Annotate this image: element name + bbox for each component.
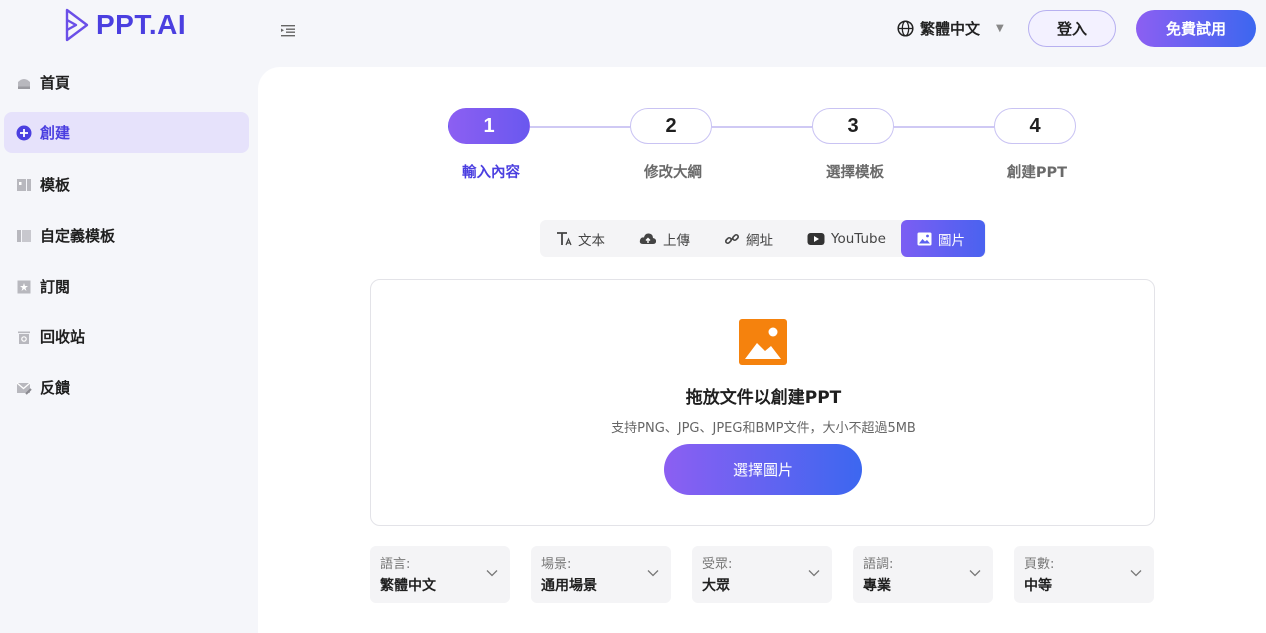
feedback-icon: [16, 382, 32, 395]
sidebar-item-home[interactable]: 首頁: [4, 62, 249, 103]
logo-text: PPT.AI: [96, 9, 187, 40]
logo[interactable]: PPT.AI: [64, 8, 186, 42]
page-count-select[interactable]: 頁數: 中等: [1014, 546, 1154, 603]
tab-youtube[interactable]: YouTube: [799, 220, 894, 257]
sidebar-item-label: 訂閱: [40, 278, 71, 296]
link-icon: [724, 233, 740, 244]
sidebar-item-templates[interactable]: 模板: [4, 164, 249, 205]
step-connector: [530, 126, 630, 128]
sidebar-item-subscription[interactable]: 訂閱: [4, 266, 249, 307]
caret-down-icon: ▼: [996, 23, 1004, 34]
sidebar-item-create[interactable]: 創建: [4, 112, 249, 153]
sidebar-item-label: 自定義模板: [40, 227, 116, 245]
chevron-down-icon: [969, 570, 981, 577]
step-connector: [712, 126, 812, 128]
tab-text[interactable]: 文本: [548, 220, 613, 257]
step-2-label: 修改大綱: [644, 165, 702, 181]
tab-url[interactable]: 網址: [716, 220, 781, 257]
select-image-button[interactable]: 選擇圖片: [664, 444, 862, 495]
scenario-select[interactable]: 場景: 通用場景: [531, 546, 671, 603]
image-icon: [917, 232, 932, 245]
chevron-down-icon: [647, 570, 659, 577]
tab-label: 網址: [746, 232, 773, 249]
tab-upload[interactable]: 上傳: [631, 220, 698, 257]
login-button[interactable]: 登入: [1028, 10, 1116, 47]
dropzone-subtitle: 支持PNG、JPG、JPEG和BMP文件，大小不超過5MB: [611, 421, 916, 436]
dropzone-title: 拖放文件以創建PPT: [685, 388, 842, 408]
source-tabs: 文本 上傳 網址 YouTube 圖片: [540, 220, 986, 257]
home-icon: [18, 78, 30, 89]
step-connector: [894, 126, 994, 128]
audience-select[interactable]: 受眾: 大眾: [692, 546, 832, 603]
step-3-indicator: 3: [812, 108, 894, 144]
tab-label: YouTube: [831, 230, 886, 247]
subscription-icon: [17, 280, 31, 293]
step-3-label: 選擇模板: [826, 165, 884, 181]
step-4-indicator: 4: [994, 108, 1076, 144]
chevron-down-icon: [808, 570, 820, 577]
logo-icon: [65, 8, 89, 42]
sidebar-item-feedback[interactable]: 反饋: [4, 367, 249, 408]
tab-label: 文本: [578, 232, 605, 249]
custom-template-icon: [17, 229, 31, 242]
globe-icon: [897, 20, 914, 37]
tab-label: 圖片: [938, 232, 965, 249]
cloud-upload-icon: [639, 232, 657, 244]
step-1-indicator: 1: [448, 108, 530, 144]
plus-circle-icon: [16, 125, 32, 140]
sidebar-item-custom-templates[interactable]: 自定義模板: [4, 215, 249, 256]
sidebar-item-label: 創建: [40, 124, 71, 142]
sidebar-item-label: 首頁: [40, 74, 71, 92]
sidebar-item-trash[interactable]: 回收站: [4, 316, 249, 357]
tab-image[interactable]: 圖片: [901, 220, 985, 257]
tab-label: 上傳: [663, 232, 690, 249]
image-upload-icon: [739, 319, 787, 365]
language-selector[interactable]: 繁體中文 ▼: [897, 18, 1004, 39]
collapse-sidebar-icon[interactable]: [280, 22, 296, 38]
text-icon: [557, 231, 572, 245]
top-header: PPT.AI 繁體中文 ▼ 登入 免費試用: [0, 0, 1266, 60]
chevron-down-icon: [486, 570, 498, 577]
chevron-down-icon: [1130, 570, 1142, 577]
step-4-label: 創建PPT: [1006, 165, 1068, 181]
free-trial-button[interactable]: 免費試用: [1136, 10, 1256, 47]
language-label: 繁體中文: [920, 20, 981, 38]
youtube-icon: [807, 232, 825, 245]
step-2-indicator: 2: [630, 108, 712, 144]
template-icon: [17, 178, 31, 191]
tone-select[interactable]: 語調: 專業: [853, 546, 993, 603]
sidebar-item-label: 回收站: [40, 328, 86, 346]
image-dropzone[interactable]: 拖放文件以創建PPT 支持PNG、JPG、JPEG和BMP文件，大小不超過5MB…: [370, 279, 1155, 526]
sidebar-item-label: 模板: [40, 176, 71, 194]
sidebar-item-label: 反饋: [40, 379, 71, 397]
language-select[interactable]: 語言: 繁體中文: [370, 546, 510, 603]
trash-icon: [18, 331, 30, 344]
step-1-label: 輸入內容: [462, 165, 520, 181]
